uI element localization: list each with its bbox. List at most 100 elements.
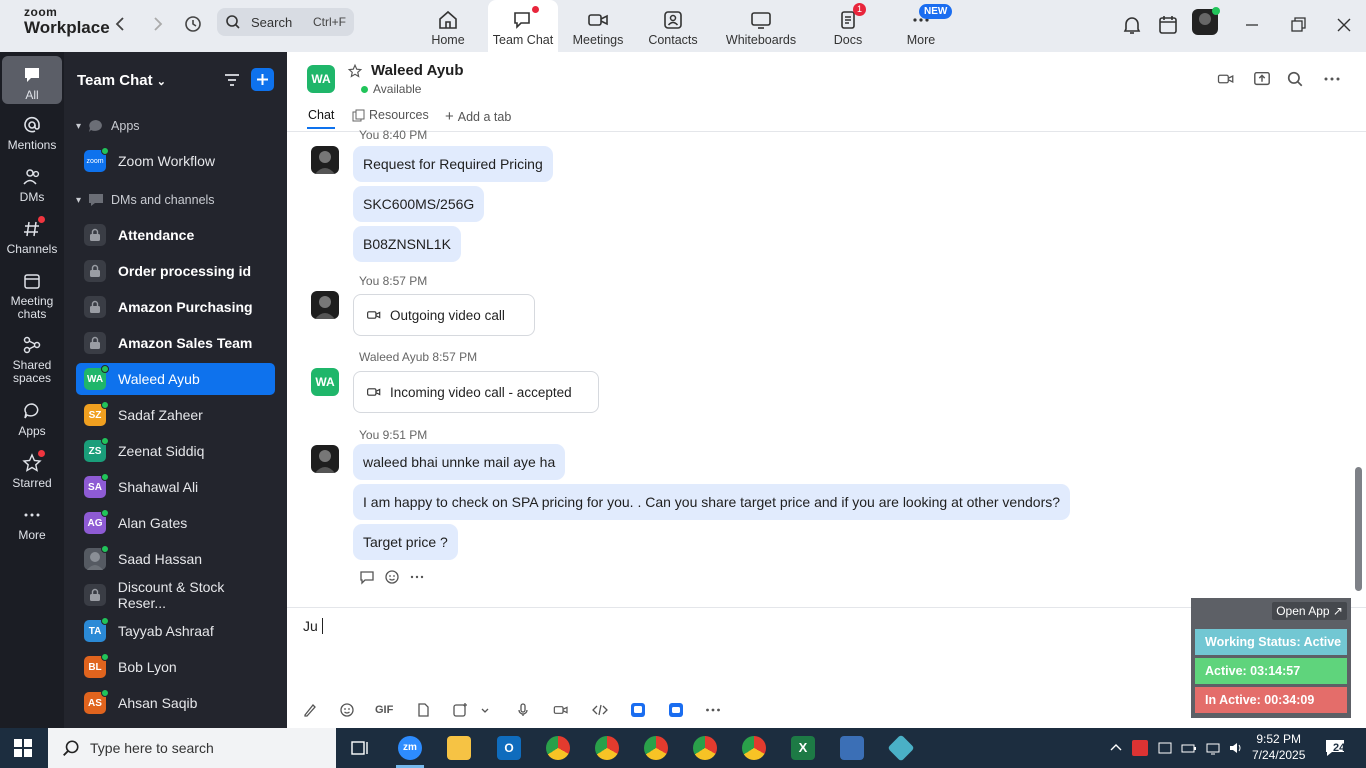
chevron-up-icon[interactable]	[1108, 740, 1124, 756]
network-icon[interactable]	[1205, 740, 1221, 756]
rail-all[interactable]: All	[2, 56, 62, 104]
rail-starred[interactable]: Starred	[2, 450, 62, 490]
nav-contacts[interactable]: Contacts	[638, 0, 708, 52]
sidebar-title[interactable]: Team Chat ⌄	[77, 72, 166, 89]
rail-shared-spaces[interactable]: Shared spaces	[2, 334, 62, 385]
sidebar-item-contact[interactable]: Saad Hassan	[76, 543, 275, 575]
incoming-call-card[interactable]: Incoming video call - accepted	[353, 371, 599, 413]
sidebar-item-contact[interactable]: Discount & Stock Reser...	[76, 579, 275, 611]
restore-icon[interactable]	[1286, 13, 1310, 37]
search-input[interactable]: Search Ctrl+F	[217, 8, 354, 36]
message-bubble[interactable]: Target price ?	[353, 524, 458, 560]
app-shortcut-icon[interactable]	[630, 702, 646, 718]
outlook-icon[interactable]: O	[497, 736, 521, 760]
bell-icon[interactable]	[1120, 13, 1144, 37]
message-bubble[interactable]: SKC600MS/256G	[353, 186, 485, 222]
chat-scrollbar[interactable]	[1355, 467, 1362, 591]
user-avatar[interactable]	[311, 146, 339, 174]
zoom-taskbar-icon[interactable]: zm	[398, 736, 422, 760]
chrome-icon[interactable]	[546, 736, 570, 760]
format-icon[interactable]	[302, 702, 318, 718]
message-input[interactable]: Ju	[303, 618, 327, 634]
tray-app-icon[interactable]	[1157, 740, 1173, 756]
excel-icon[interactable]: X	[791, 736, 815, 760]
sidebar-item-contact[interactable]: BL Bob Lyon	[76, 651, 275, 683]
nav-meetings[interactable]: Meetings	[563, 0, 633, 52]
apps-section-header[interactable]: ▾ Apps	[76, 118, 140, 134]
task-view-icon[interactable]	[348, 736, 372, 760]
message-bubble[interactable]: B08ZNSNL1K	[353, 226, 461, 262]
tab-add[interactable]: + Add a tab	[445, 108, 511, 125]
taskbar-search-input[interactable]: Type here to search	[48, 728, 336, 768]
more-options-icon[interactable]	[705, 702, 721, 718]
nav-team-chat[interactable]: Team Chat	[488, 0, 558, 52]
sidebar-item-contact[interactable]: SA Shahawal Ali	[76, 471, 275, 503]
more-options-icon[interactable]	[1323, 70, 1341, 88]
calendar-icon[interactable]	[1156, 13, 1180, 37]
nav-docs[interactable]: 1 Docs	[813, 0, 883, 52]
rail-more[interactable]: More	[2, 504, 62, 542]
sidebar-item-channel[interactable]: Order processing id	[76, 255, 275, 287]
new-chat-button[interactable]	[251, 68, 274, 91]
emoji-reaction-icon[interactable]	[384, 569, 400, 585]
app-shortcut-icon[interactable]	[668, 702, 684, 718]
file-icon[interactable]	[415, 702, 431, 718]
chrome-icon[interactable]	[644, 736, 668, 760]
screenshot-icon[interactable]	[452, 702, 468, 718]
contact-avatar[interactable]: WA	[307, 65, 335, 93]
rail-apps[interactable]: Apps	[2, 400, 62, 438]
rail-channels[interactable]: Channels	[2, 216, 62, 256]
calculator-icon[interactable]	[840, 736, 864, 760]
sidebar-item-channel[interactable]: Attendance	[76, 219, 275, 251]
sidebar-item-contact[interactable]: AG Alan Gates	[76, 507, 275, 539]
sidebar-item-contact[interactable]: SZ Sadaf Zaheer	[76, 399, 275, 431]
taskbar-clock[interactable]: 9:52 PM 7/24/2025	[1252, 731, 1305, 763]
share-screen-icon[interactable]	[1253, 70, 1271, 88]
sidebar-item-channel[interactable]: Amazon Sales Team	[76, 327, 275, 359]
sidebar-item-contact[interactable]: WA Waleed Ayub	[76, 363, 275, 395]
more-options-icon[interactable]	[409, 569, 425, 585]
chrome-icon[interactable]	[595, 736, 619, 760]
outgoing-call-card[interactable]: Outgoing video call	[353, 294, 535, 336]
code-snippet-icon[interactable]	[592, 702, 608, 718]
nav-home[interactable]: Home	[413, 0, 483, 52]
notifications-icon[interactable]: 24	[1324, 738, 1348, 758]
chrome-icon[interactable]	[742, 736, 766, 760]
filter-icon[interactable]	[222, 70, 242, 90]
nav-whiteboards[interactable]: Whiteboards	[724, 0, 798, 52]
file-explorer-icon[interactable]	[447, 736, 471, 760]
sidebar-item-contact[interactable]: ZS Zeenat Siddiq	[76, 435, 275, 467]
close-icon[interactable]	[1332, 13, 1356, 37]
contact-name[interactable]: Waleed Ayub	[371, 62, 464, 79]
microphone-icon[interactable]	[515, 702, 531, 718]
tab-chat[interactable]: Chat	[308, 108, 334, 122]
history-icon[interactable]	[182, 13, 204, 35]
acrobat-tray-icon[interactable]	[1132, 740, 1148, 756]
rail-mentions[interactable]: Mentions	[2, 114, 62, 152]
sidebar-item-contact[interactable]: AS Ahsan Saqib	[76, 687, 275, 719]
sidebar-item-channel[interactable]: Amazon Purchasing	[76, 291, 275, 323]
user-avatar[interactable]	[311, 291, 339, 319]
sidebar-item-zoom-workflow[interactable]: zoom Zoom Workflow	[76, 145, 275, 177]
rail-dms[interactable]: DMs	[2, 166, 62, 204]
open-app-button[interactable]: Open App ↗	[1272, 602, 1347, 620]
reply-icon[interactable]	[359, 569, 375, 585]
contact-avatar[interactable]: WA	[311, 368, 339, 396]
minimize-icon[interactable]	[1240, 13, 1264, 37]
star-icon[interactable]	[347, 63, 363, 79]
video-call-icon[interactable]	[1217, 70, 1235, 88]
gif-button[interactable]: GIF	[375, 704, 399, 720]
forward-arrow-icon[interactable]	[146, 13, 168, 35]
chrome-icon[interactable]	[693, 736, 717, 760]
message-bubble[interactable]: I am happy to check on SPA pricing for y…	[353, 484, 1071, 520]
windows-start-icon[interactable]	[14, 739, 32, 757]
emoji-icon[interactable]	[339, 702, 355, 718]
user-avatar[interactable]	[311, 445, 339, 473]
search-icon[interactable]	[1286, 70, 1304, 88]
volume-icon[interactable]	[1228, 740, 1244, 756]
profile-avatar[interactable]	[1192, 7, 1220, 35]
message-bubble[interactable]: Request for Required Pricing	[353, 146, 553, 182]
chevron-down-icon[interactable]	[479, 702, 495, 718]
app-icon[interactable]	[887, 734, 915, 762]
sidebar-item-contact[interactable]: TA Tayyab Ashraaf	[76, 615, 275, 647]
